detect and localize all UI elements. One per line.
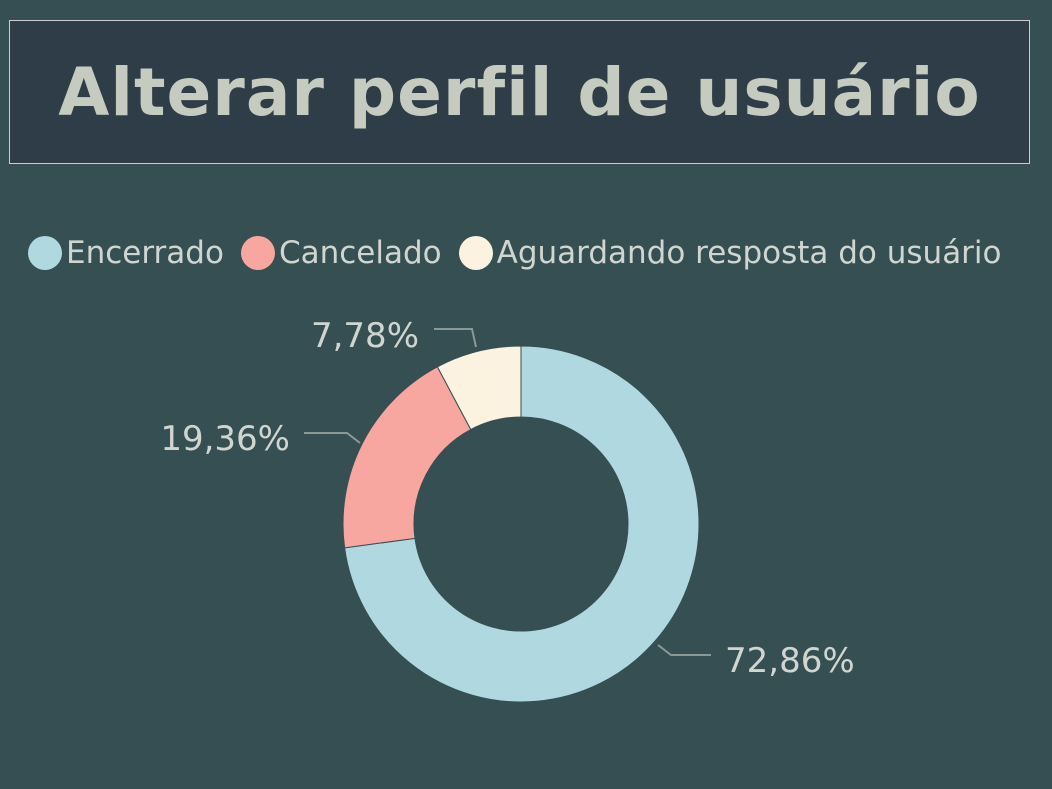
data-label-encerrado: 72,86% — [725, 641, 855, 681]
donut-chart: 72,86% 19,36% 7,78% — [160, 316, 855, 703]
leader-line-aguardando — [434, 328, 477, 348]
leader-line-cancelado — [304, 432, 361, 444]
leader-line-encerrado — [657, 644, 711, 656]
data-label-cancelado: 19,36% — [160, 419, 290, 459]
data-label-aguardando: 7,78% — [311, 316, 419, 356]
